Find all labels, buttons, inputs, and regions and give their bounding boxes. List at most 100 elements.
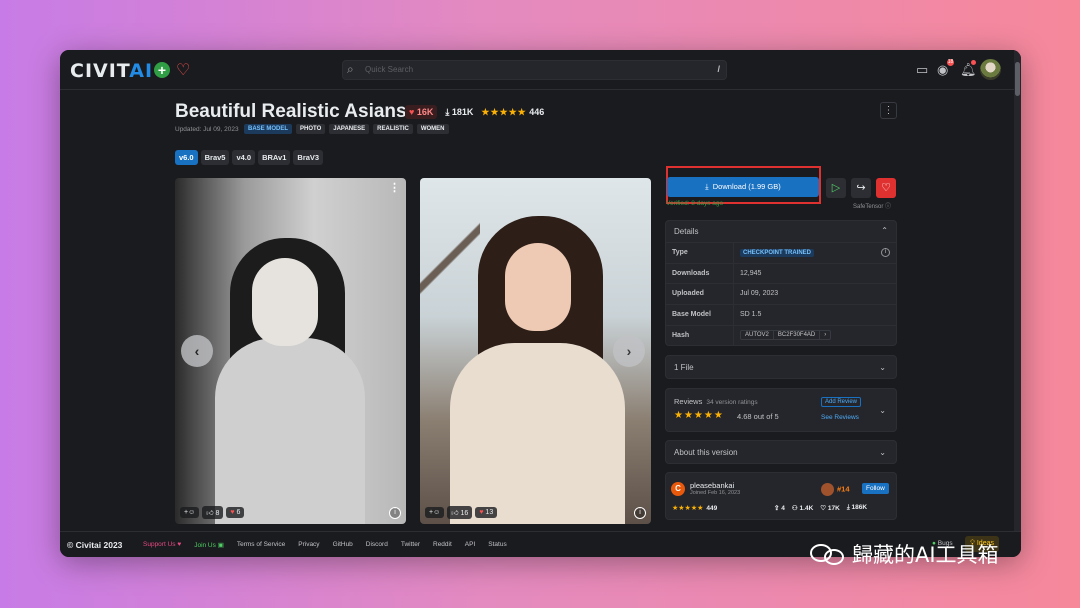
info-icon[interactable]: i <box>881 248 890 257</box>
files-panel[interactable]: 1 File ⌄ <box>665 355 897 379</box>
heart-icon: ♥ <box>409 107 415 117</box>
details-key: Uploaded <box>666 284 734 305</box>
version-tab-v4[interactable]: v4.0 <box>232 150 256 165</box>
search-placeholder: Quick Search <box>365 65 414 74</box>
hash-type[interactable]: AUTOV2 <box>741 330 774 339</box>
footer-link-reddit[interactable]: Reddit <box>433 541 452 549</box>
footer-link-support[interactable]: Support Us ♥ <box>143 541 181 549</box>
image-info-icon[interactable]: i <box>634 507 646 519</box>
details-row-uploaded: Uploaded Jul 09, 2023 <box>666 284 896 306</box>
details-value: CHECKPOINT TRAINED <box>734 243 820 263</box>
like-reaction[interactable]: 👍︎ 16 <box>447 506 473 519</box>
search-icon: ⌕ <box>347 62 354 76</box>
version-tab-brav1[interactable]: BRAv1 <box>258 150 291 165</box>
tag-japanese[interactable]: JAPANESE <box>329 124 370 134</box>
creator-joined: Joined Feb 16, 2023 <box>690 490 741 496</box>
chevron-right-icon[interactable]: › <box>820 331 830 339</box>
model-stats: ♥ 16K ⤓ 181K ★★★★★ 446 <box>405 105 544 119</box>
heart-icon: ♥ <box>479 509 484 516</box>
version-tab-v6[interactable]: v6.0 <box>175 150 198 165</box>
details-header[interactable]: Details ⌃ <box>666 221 896 243</box>
user-avatar[interactable] <box>980 59 1001 80</box>
support-heart-icon[interactable]: ♡ <box>176 60 190 80</box>
tag-photo[interactable]: PHOTO <box>296 124 326 134</box>
version-tabs: v6.0 Brav5 v4.0 BRAv1 BraV3 <box>175 150 324 165</box>
download-label: Download (1.99 GB) <box>712 182 781 191</box>
download-button[interactable]: ⤓ Download (1.99 GB) <box>667 177 819 197</box>
about-version-panel[interactable]: About this version ⌄ <box>665 440 897 464</box>
scrollbar-thumb[interactable] <box>1015 62 1020 96</box>
creator-name[interactable]: pleasebankai <box>690 481 734 490</box>
footer-link-privacy[interactable]: Privacy <box>298 541 319 549</box>
creator-avatar[interactable]: C <box>671 482 685 496</box>
image-menu-icon[interactable]: ⋮ <box>389 181 400 194</box>
civitai-logo[interactable]: CIVITAI <box>70 60 153 82</box>
uploads-stat: ⇪ 4 <box>774 505 785 512</box>
verified-status: Verified: 8 days ago <box>666 200 724 207</box>
gallery-next-button[interactable]: › <box>613 335 645 367</box>
version-tab-brav5[interactable]: Brav5 <box>200 150 230 165</box>
creator-rating: ★★★★★ 449 <box>672 504 717 512</box>
details-row-base-model: Base Model SD 1.5 <box>666 305 896 326</box>
footer-link-join[interactable]: Join Us ▣ <box>194 541 224 549</box>
portrait-body <box>215 338 365 524</box>
see-reviews-link[interactable]: See Reviews <box>821 414 859 421</box>
rating-count: 446 <box>529 106 545 117</box>
details-key: Hash <box>666 325 734 347</box>
creator-stats: ⇪ 4 ⚇ 1.4K ♡ 17K ⤓ 186K <box>774 504 867 512</box>
chevron-down-icon[interactable]: ⌄ <box>879 406 886 415</box>
likes-badge[interactable]: ♥ 16K <box>405 105 438 119</box>
tag-women[interactable]: WOMEN <box>416 124 449 134</box>
heart-reaction[interactable]: ♥ 6 <box>226 507 245 518</box>
details-row-hash: Hash AUTOV2 BC2F30F4AD › <box>666 325 896 347</box>
search-input[interactable]: ⌕ Quick Search / <box>342 60 727 80</box>
link-text: Join Us <box>194 542 216 549</box>
footer-link-twitter[interactable]: Twitter <box>401 541 420 549</box>
heart-icon: ♥ <box>230 509 235 516</box>
run-play-button[interactable]: ▷ <box>826 178 846 198</box>
add-reaction-button[interactable]: +☺ <box>180 507 200 518</box>
likes-count: 16K <box>416 107 434 117</box>
follow-button[interactable]: Follow <box>862 483 889 494</box>
review-score: 4.68 out of 5 <box>737 412 779 421</box>
details-title: Details <box>674 227 699 236</box>
hash-selector[interactable]: AUTOV2 BC2F30F4AD › <box>740 329 832 340</box>
heart-reaction[interactable]: ♥ 13 <box>475 507 498 518</box>
browser-window: CIVITAI + ♡ ⌕ Quick Search / ▭ ◉ 18 🔔︎ B… <box>60 50 1021 557</box>
gallery-prev-button[interactable]: ‹ <box>181 335 213 367</box>
add-reaction-button[interactable]: +☺ <box>425 507 445 518</box>
model-menu-button[interactable]: ⋮ <box>880 102 897 119</box>
footer-link-status[interactable]: Status <box>488 541 506 549</box>
create-plus-icon[interactable]: + <box>154 62 170 78</box>
rating-stat[interactable]: ★★★★★ 446 <box>481 107 544 118</box>
footer-link-api[interactable]: API <box>465 541 475 549</box>
like-reaction[interactable]: 👍︎ 8 <box>202 506 224 519</box>
background-tree <box>420 178 480 378</box>
footer-link-github[interactable]: GitHub <box>333 541 353 549</box>
tag-base-model[interactable]: BASE MODEL <box>244 124 293 134</box>
reviews-title: Reviews 34 version ratings <box>674 397 758 406</box>
tag-realistic[interactable]: REALISTIC <box>373 124 413 134</box>
heart-count: 13 <box>485 509 494 516</box>
add-review-button[interactable]: Add Review <box>821 397 862 407</box>
like-count: 8 <box>215 510 220 517</box>
hash-value[interactable]: BC2F30F4AD <box>774 330 821 339</box>
reviews-label: Reviews <box>674 397 703 406</box>
monitor-icon[interactable]: ▭ <box>916 62 928 78</box>
top-bar: CIVITAI + ♡ ⌕ Quick Search / ▭ ◉ 18 🔔︎ <box>60 50 1021 90</box>
portrait-face <box>252 258 318 346</box>
uploads-count: 4 <box>781 505 785 512</box>
share-button[interactable]: ↪ <box>851 178 871 198</box>
footer-link-discord[interactable]: Discord <box>366 541 388 549</box>
reaction-bar: +☺ 👍︎ 16 ♥ 13 <box>425 506 498 519</box>
notification-count-badge: 18 <box>947 59 954 66</box>
creator-stars-icon: ★★★★★ <box>672 505 704 512</box>
footer-link-terms[interactable]: Terms of Service <box>237 541 285 549</box>
followers-stat: ⚇ 1.4K <box>791 505 814 512</box>
version-tab-brav3[interactable]: BraV3 <box>293 150 324 165</box>
format-text: SafeTensor <box>853 204 884 210</box>
page-scrollbar[interactable] <box>1014 50 1021 557</box>
favorite-button[interactable]: ♡ <box>876 178 896 198</box>
like-count: 16 <box>460 510 469 517</box>
image-info-icon[interactable]: i <box>389 507 401 519</box>
